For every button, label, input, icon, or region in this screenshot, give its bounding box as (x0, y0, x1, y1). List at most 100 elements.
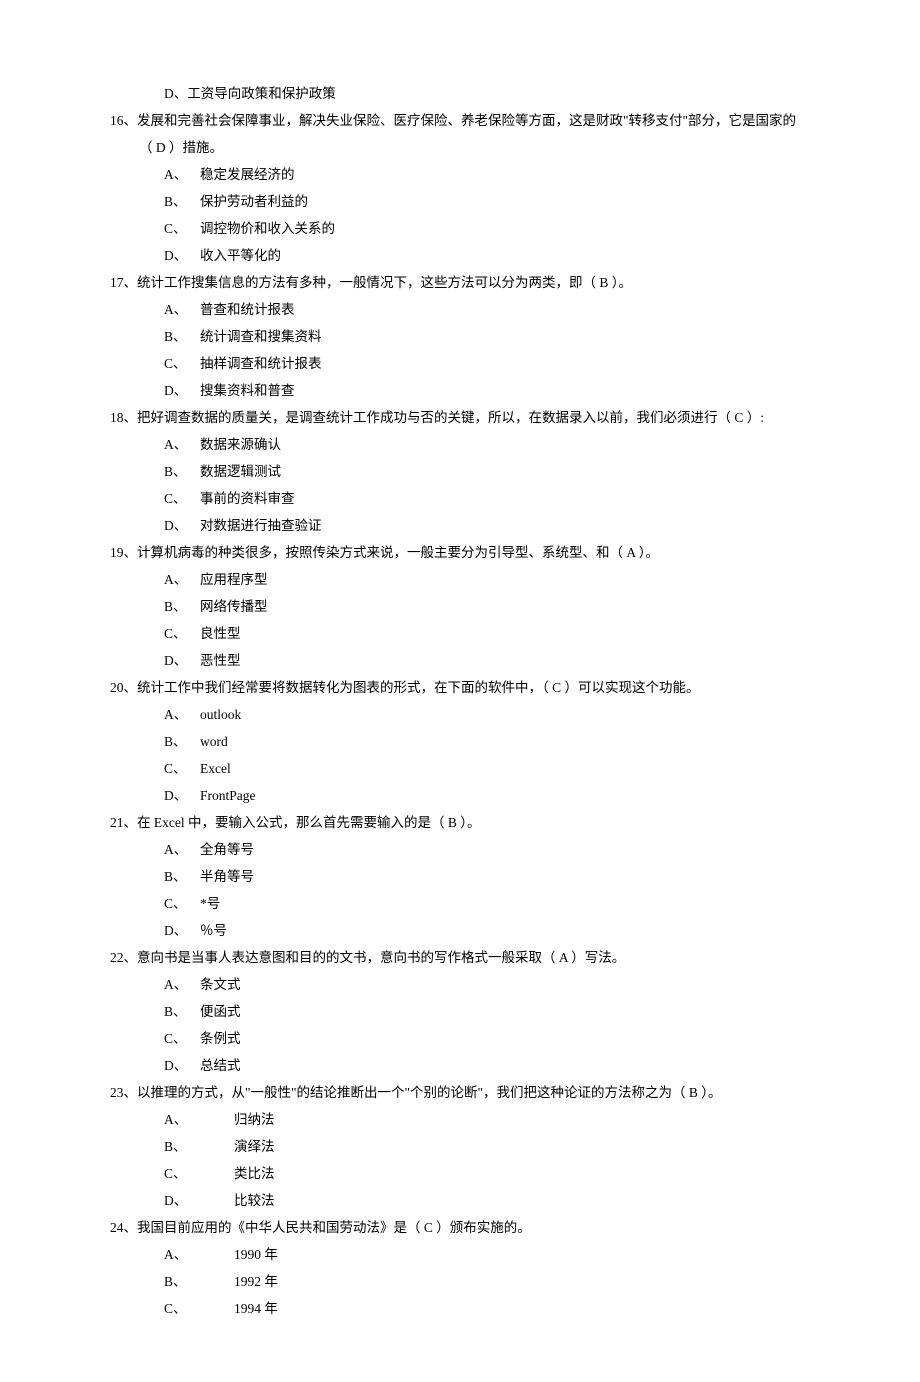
option-text: 对数据进行抽查验证 (200, 518, 322, 533)
option-c: C、调控物价和收入关系的 (110, 215, 810, 242)
option-label: B、 (164, 593, 200, 620)
option-d: D、收入平等化的 (110, 242, 810, 269)
option-b: B、1992 年 (110, 1268, 810, 1295)
option-b: B、半角等号 (110, 863, 810, 890)
option-label: A、 (164, 836, 200, 863)
option-text: 便函式 (200, 1004, 241, 1019)
question-23: 23、以推理的方式，从"一般性"的结论推断出一个"个别的论断"，我们把这种论证的… (110, 1079, 810, 1106)
q-number: 23、 (110, 1085, 137, 1100)
option-text: ％号 (200, 923, 227, 938)
option-label: C、 (164, 1160, 234, 1187)
option-text: 良性型 (200, 626, 241, 641)
option-text: 事前的资料审查 (200, 491, 295, 506)
question-20: 20、统计工作中我们经常要将数据转化为图表的形式，在下面的软件中，（ C ）可以… (110, 674, 810, 701)
option-label: D、 (164, 377, 200, 404)
q-number: 18、 (110, 410, 137, 425)
q-text: 在 Excel 中，要输入公式，那么首先需要输入的是（ B ）。 (137, 815, 481, 830)
q-number: 20、 (110, 680, 137, 695)
option-text: 条文式 (200, 977, 241, 992)
option-text: 条例式 (200, 1031, 241, 1046)
option-label: A、 (164, 701, 200, 728)
q-text: 把好调查数据的质量关，是调查统计工作成功与否的关键，所以，在数据录入以前，我们必… (137, 410, 764, 425)
option-text: 收入平等化的 (200, 248, 281, 263)
option-label: D、 (164, 917, 200, 944)
q-text: 我国目前应用的《中华人民共和国劳动法》是（ C ）颁布实施的。 (137, 1220, 531, 1235)
option-text: 全角等号 (200, 842, 254, 857)
option-label: C、 (164, 620, 200, 647)
q-number: 16、 (110, 113, 137, 128)
option-c: C、*号 (110, 890, 810, 917)
option-label: B、 (164, 458, 200, 485)
option-b: B、网络传播型 (110, 593, 810, 620)
option-text: 恶性型 (200, 653, 241, 668)
option-a: A、1990 年 (110, 1241, 810, 1268)
option-label: A、 (164, 971, 200, 998)
q-text: 统计工作搜集信息的方法有多种，一般情况下，这些方法可以分为两类，即（ B ）。 (137, 275, 632, 290)
question-17: 17、统计工作搜集信息的方法有多种，一般情况下，这些方法可以分为两类，即（ B … (110, 269, 810, 296)
option-label: B、 (164, 863, 200, 890)
option-d-orphan: D、工资导向政策和保护政策 (110, 80, 810, 107)
option-label: B、 (164, 1268, 234, 1295)
option-a: A、全角等号 (110, 836, 810, 863)
option-label: B、 (164, 1133, 234, 1160)
option-d: D、总结式 (110, 1052, 810, 1079)
question-16: 16、发展和完善社会保障事业，解决失业保险、医疗保险、养老保险等方面，这是财政"… (110, 107, 810, 134)
option-text: 1990 年 (234, 1247, 278, 1262)
option-b: B、统计调查和搜集资料 (110, 323, 810, 350)
option-label: B、 (164, 728, 200, 755)
option-label: B、 (164, 998, 200, 1025)
option-text: 演绎法 (234, 1139, 275, 1154)
q-number: 22、 (110, 950, 137, 965)
option-label: A、 (164, 566, 200, 593)
q-text: 统计工作中我们经常要将数据转化为图表的形式，在下面的软件中，（ C ）可以实现这… (137, 680, 700, 695)
option-d: D、％号 (110, 917, 810, 944)
option-text: 1992 年 (234, 1274, 278, 1289)
option-d: D、比较法 (110, 1187, 810, 1214)
option-d: D、对数据进行抽查验证 (110, 512, 810, 539)
option-label: C、 (164, 350, 200, 377)
q-number: 19、 (110, 545, 137, 560)
option-label: A、 (164, 1106, 234, 1133)
option-label: D、 (164, 647, 200, 674)
option-text: word (200, 734, 228, 749)
option-text: Excel (200, 761, 231, 776)
option-label: C、 (164, 485, 200, 512)
option-text: 应用程序型 (200, 572, 268, 587)
option-text: 归纳法 (234, 1112, 275, 1127)
option-label: D、 (164, 512, 200, 539)
q-number: 17、 (110, 275, 137, 290)
option-label: C、 (164, 215, 200, 242)
option-d: D、恶性型 (110, 647, 810, 674)
option-text: 网络传播型 (200, 599, 268, 614)
option-label: A、 (164, 431, 200, 458)
option-text: 统计调查和搜集资料 (200, 329, 322, 344)
option-text: 稳定发展经济的 (200, 167, 295, 182)
option-text: outlook (200, 707, 241, 722)
option-d: D、FrontPage (110, 782, 810, 809)
option-label: C、 (164, 1025, 200, 1052)
option-text: FrontPage (200, 788, 256, 803)
option-label: C、 (164, 890, 200, 917)
option-b: B、便函式 (110, 998, 810, 1025)
option-label: A、 (164, 1241, 234, 1268)
q-number: 21、 (110, 815, 137, 830)
option-a: A、outlook (110, 701, 810, 728)
option-a: A、归纳法 (110, 1106, 810, 1133)
option-a: A、普查和统计报表 (110, 296, 810, 323)
option-label: D、 (164, 1052, 200, 1079)
option-label: A、 (164, 161, 200, 188)
option-text: 类比法 (234, 1166, 275, 1181)
option-label: A、 (164, 296, 200, 323)
option-label: B、 (164, 323, 200, 350)
question-24: 24、我国目前应用的《中华人民共和国劳动法》是（ C ）颁布实施的。 (110, 1214, 810, 1241)
option-b: B、数据逻辑测试 (110, 458, 810, 485)
question-19: 19、计算机病毒的种类很多，按照传染方式来说，一般主要分为引导型、系统型、和（ … (110, 539, 810, 566)
option-label: C、 (164, 755, 200, 782)
option-text: 抽样调查和统计报表 (200, 356, 322, 371)
option-label: D、 (164, 1187, 234, 1214)
document-page: D、工资导向政策和保护政策 16、发展和完善社会保障事业，解决失业保险、医疗保险… (0, 0, 920, 1382)
option-text: 调控物价和收入关系的 (200, 221, 335, 236)
question-16-line2: （ D ）措施。 (110, 134, 810, 161)
option-a: A、稳定发展经济的 (110, 161, 810, 188)
option-text: 总结式 (200, 1058, 241, 1073)
